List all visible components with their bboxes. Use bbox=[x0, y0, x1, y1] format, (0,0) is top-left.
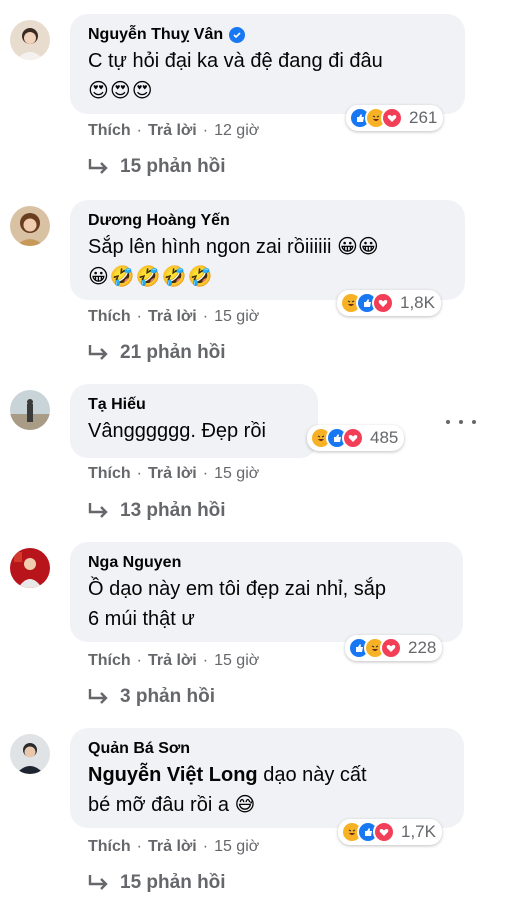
separator-dot: · bbox=[136, 122, 142, 139]
comment-author[interactable]: Tạ Hiếu bbox=[88, 394, 302, 416]
reaction-count: 228 bbox=[408, 638, 437, 657]
comment-time[interactable]: 15 giờ bbox=[214, 308, 259, 326]
like-button[interactable]: Thích bbox=[88, 122, 131, 140]
view-replies-link[interactable]: 15 phản hồi bbox=[88, 156, 226, 178]
love-icon bbox=[342, 427, 364, 449]
reaction-summary[interactable]: 228 bbox=[345, 635, 443, 661]
like-button[interactable]: Thích bbox=[88, 465, 131, 483]
comment-bubble: Tạ Hiếu Vângggggg. Đẹp rồi bbox=[70, 384, 318, 458]
reply-button[interactable]: Trả lời bbox=[148, 122, 197, 140]
separator-dot: · bbox=[202, 838, 209, 855]
comment-bubble: Nguyễn Thuỵ Vân C tự hỏi đại ka và đệ đa… bbox=[70, 14, 465, 114]
replies-count[interactable]: 3 phản hồi bbox=[120, 686, 215, 708]
avatar[interactable] bbox=[10, 548, 50, 588]
comment-author[interactable]: Nguyễn Thuỵ Vân bbox=[88, 24, 449, 46]
comment-time[interactable]: 15 giờ bbox=[214, 652, 259, 670]
avatar[interactable] bbox=[10, 206, 50, 246]
separator-dot: · bbox=[136, 465, 142, 482]
separator-dot: · bbox=[202, 652, 209, 669]
comment-bubble: Nga Nguyen Ồ dạo này em tôi đẹp zai nhỉ,… bbox=[70, 542, 463, 642]
reaction-summary[interactable]: 1,7K bbox=[338, 819, 442, 845]
reaction-summary[interactable]: 1,8K bbox=[337, 290, 441, 316]
separator-dot: · bbox=[136, 838, 142, 855]
replies-count[interactable]: 13 phản hồi bbox=[120, 500, 226, 522]
comment-author[interactable]: Nga Nguyen bbox=[88, 552, 447, 574]
comment-bubble: Dương Hoàng Yến Sắp lên hình ngon zai rồ… bbox=[70, 200, 465, 300]
mention-link[interactable]: Nguyễn Việt Long bbox=[88, 764, 258, 786]
comment-author[interactable]: Quản Bá Sơn bbox=[88, 738, 448, 760]
reply-arrow-icon bbox=[88, 345, 108, 360]
reply-button[interactable]: Trả lời bbox=[148, 308, 197, 326]
comment-text: Vângggggg. Đẹp rồi bbox=[88, 420, 266, 442]
author-name[interactable]: Tạ Hiếu bbox=[88, 394, 146, 416]
comment-actions: Thích · Trả lời · 15 giờ bbox=[88, 308, 259, 326]
author-name[interactable]: Dương Hoàng Yến bbox=[88, 210, 230, 232]
replies-count[interactable]: 15 phản hồi bbox=[120, 872, 226, 894]
avatar[interactable] bbox=[10, 390, 50, 430]
avatar[interactable] bbox=[10, 20, 50, 60]
author-name[interactable]: Nguyễn Thuỵ Vân bbox=[88, 24, 223, 46]
view-replies-link[interactable]: 13 phản hồi bbox=[88, 500, 226, 522]
comment-text: Sắp lên hình ngon zai rồiiiiii 😀😀 bbox=[88, 236, 379, 258]
separator-dot: · bbox=[136, 308, 142, 325]
reply-button[interactable]: Trả lời bbox=[148, 838, 197, 856]
reaction-summary[interactable]: 485 bbox=[307, 425, 405, 451]
reply-arrow-icon bbox=[88, 503, 108, 518]
comment-text-rest: dạo này cất bbox=[257, 764, 367, 786]
separator-dot: · bbox=[202, 122, 209, 139]
comment-text-line2: 6 múi thật ư bbox=[88, 608, 195, 630]
comment-text-line2: bé mỡ đâu rồi a 😅 bbox=[88, 794, 256, 816]
love-icon bbox=[381, 107, 403, 129]
comment-time[interactable]: 15 giờ bbox=[214, 465, 259, 483]
reply-button[interactable]: Trả lời bbox=[148, 465, 197, 483]
comment-actions: Thích · Trả lời · 15 giờ bbox=[88, 652, 259, 670]
reaction-count: 261 bbox=[409, 108, 438, 127]
view-replies-link[interactable]: 15 phản hồi bbox=[88, 872, 226, 894]
author-name[interactable]: Quản Bá Sơn bbox=[88, 738, 190, 760]
comment-actions: Thích · Trả lời · 12 giờ bbox=[88, 122, 259, 140]
view-replies-link[interactable]: 21 phản hồi bbox=[88, 342, 226, 364]
reply-arrow-icon bbox=[88, 159, 108, 174]
more-options-icon[interactable] bbox=[446, 412, 476, 432]
reply-button[interactable]: Trả lời bbox=[148, 652, 197, 670]
reaction-count: 1,7K bbox=[401, 822, 436, 841]
avatar[interactable] bbox=[10, 734, 50, 774]
love-icon bbox=[372, 292, 394, 314]
comment-text-line1: Ồ dạo này em tôi đẹp zai nhỉ, sắp bbox=[88, 578, 386, 600]
reply-arrow-icon bbox=[88, 875, 108, 890]
view-replies-link[interactable]: 3 phản hồi bbox=[88, 686, 215, 708]
like-button[interactable]: Thích bbox=[88, 652, 131, 670]
reaction-count: 485 bbox=[370, 428, 399, 447]
comment-actions: Thích · Trả lời · 15 giờ bbox=[88, 838, 259, 856]
like-button[interactable]: Thích bbox=[88, 838, 131, 856]
comment-time[interactable]: 15 giờ bbox=[214, 838, 259, 856]
love-icon bbox=[373, 821, 395, 843]
comment-emojis: 😍😍😍 bbox=[88, 80, 154, 102]
replies-count[interactable]: 21 phản hồi bbox=[120, 342, 226, 364]
verified-badge-icon bbox=[229, 27, 246, 43]
reaction-count: 1,8K bbox=[400, 293, 435, 312]
love-icon bbox=[380, 637, 402, 659]
replies-count[interactable]: 15 phản hồi bbox=[120, 156, 226, 178]
comment-bubble: Quản Bá Sơn Nguyễn Việt Long dạo này cất… bbox=[70, 728, 464, 828]
comment-emojis: 😀🤣🤣🤣🤣 bbox=[88, 266, 214, 288]
comment-text-line1: Nguyễn Việt Long dạo này cất bbox=[88, 760, 448, 790]
comment-author[interactable]: Dương Hoàng Yến bbox=[88, 210, 449, 232]
author-name[interactable]: Nga Nguyen bbox=[88, 552, 181, 574]
reply-arrow-icon bbox=[88, 689, 108, 704]
separator-dot: · bbox=[202, 465, 209, 482]
separator-dot: · bbox=[202, 308, 209, 325]
comment-time[interactable]: 12 giờ bbox=[214, 122, 259, 140]
like-button[interactable]: Thích bbox=[88, 308, 131, 326]
comment-actions: Thích · Trả lời · 15 giờ bbox=[88, 465, 259, 483]
separator-dot: · bbox=[136, 652, 142, 669]
comment-text: C tự hỏi đại ka và đệ đang đi đâu bbox=[88, 50, 383, 72]
reaction-summary[interactable]: 261 bbox=[346, 105, 444, 131]
